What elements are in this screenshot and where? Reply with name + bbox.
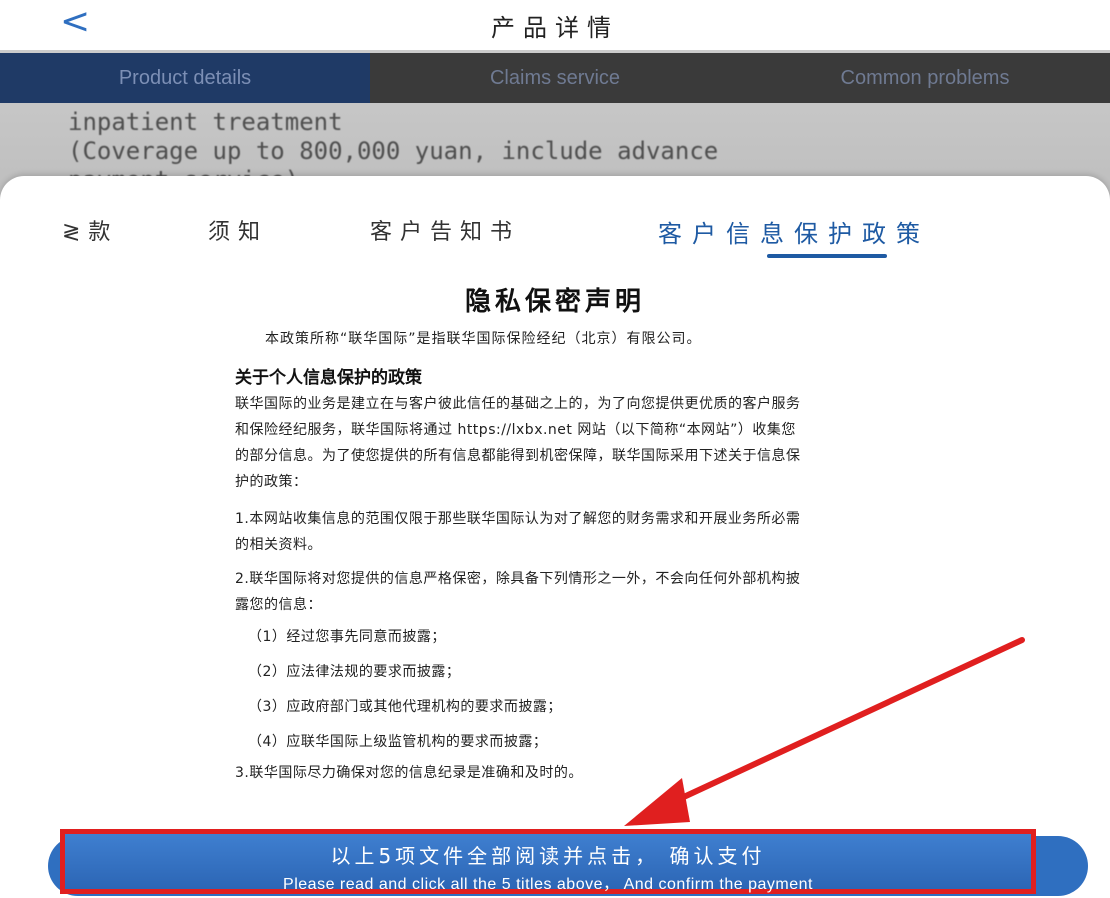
document-heading: 隐私保密声明 (464, 287, 645, 317)
tab-privacy-policy[interactable]: 客户信息保护政策 (658, 214, 930, 249)
pay-button-label-cn: 以上5项文件全部阅读并点击， 确认支付 (330, 844, 766, 868)
document-intro: 本政策所称“联华国际”是指联华国际保险经纪（北京）有限公司。 (265, 331, 702, 347)
tab-product-details[interactable]: Product details (0, 53, 370, 103)
tab-customer-notice[interactable]: 客户告知书 (370, 214, 520, 246)
paragraph-1: 联华国际的业务是建立在与客户彼此信任的基础之上的，为了向您提供更优质的客户服务和… (235, 396, 801, 490)
bg-text-line-2: (Coverage up to 800,000 yuan, include ad… (68, 137, 719, 165)
page-title: 产品详情 (491, 14, 619, 42)
paragraph-2: 1.本网站收集信息的范围仅限于那些联华国际认为对了解您的财务需求和开展业务所必需… (235, 511, 801, 553)
list-item: （1）经过您事先同意而披露； (248, 629, 446, 645)
tab-claims-service[interactable]: Claims service (370, 53, 740, 103)
document-subheading: 关于个人信息保护的政策 (235, 368, 422, 388)
document-sheet: ≷款 须知 客户告知书 客户信息保护政策 隐私保密声明 本政策所称“联华国际”是… (0, 176, 1110, 898)
top-nav-bar: < 产品详情 (0, 0, 1110, 50)
paragraph-3: 2.联华国际将对您提供的信息严格保密，除具备下列情形之一外，不会向任何外部机构披… (235, 571, 801, 613)
tab-notice[interactable]: 须知 (208, 214, 268, 246)
confirm-payment-button[interactable]: 以上5项文件全部阅读并点击， 确认支付 Please read and clic… (60, 829, 1036, 894)
document-tab-bar: ≷款 须知 客户告知书 客户信息保护政策 (0, 214, 1110, 254)
tab-terms[interactable]: ≷款 (62, 214, 118, 246)
active-tab-indicator (767, 254, 887, 258)
bg-text-line-1: inpatient treatment (68, 108, 343, 136)
list-item: （4）应联华国际上级监管机构的要求而披露； (248, 734, 548, 750)
pay-button-label-en: Please read and click all the 5 titles a… (283, 876, 813, 893)
paragraph-4: 3.联华国际尽力确保对您的信息纪录是准确和及时的。 (235, 765, 583, 781)
list-item: （3）应政府部门或其他代理机构的要求而披露； (248, 699, 562, 715)
list-item: （2）应法律法规的要求而披露； (248, 664, 461, 680)
background-tab-bar: Product details Claims service Common pr… (0, 53, 1110, 103)
tab-common-problems[interactable]: Common problems (740, 53, 1110, 103)
